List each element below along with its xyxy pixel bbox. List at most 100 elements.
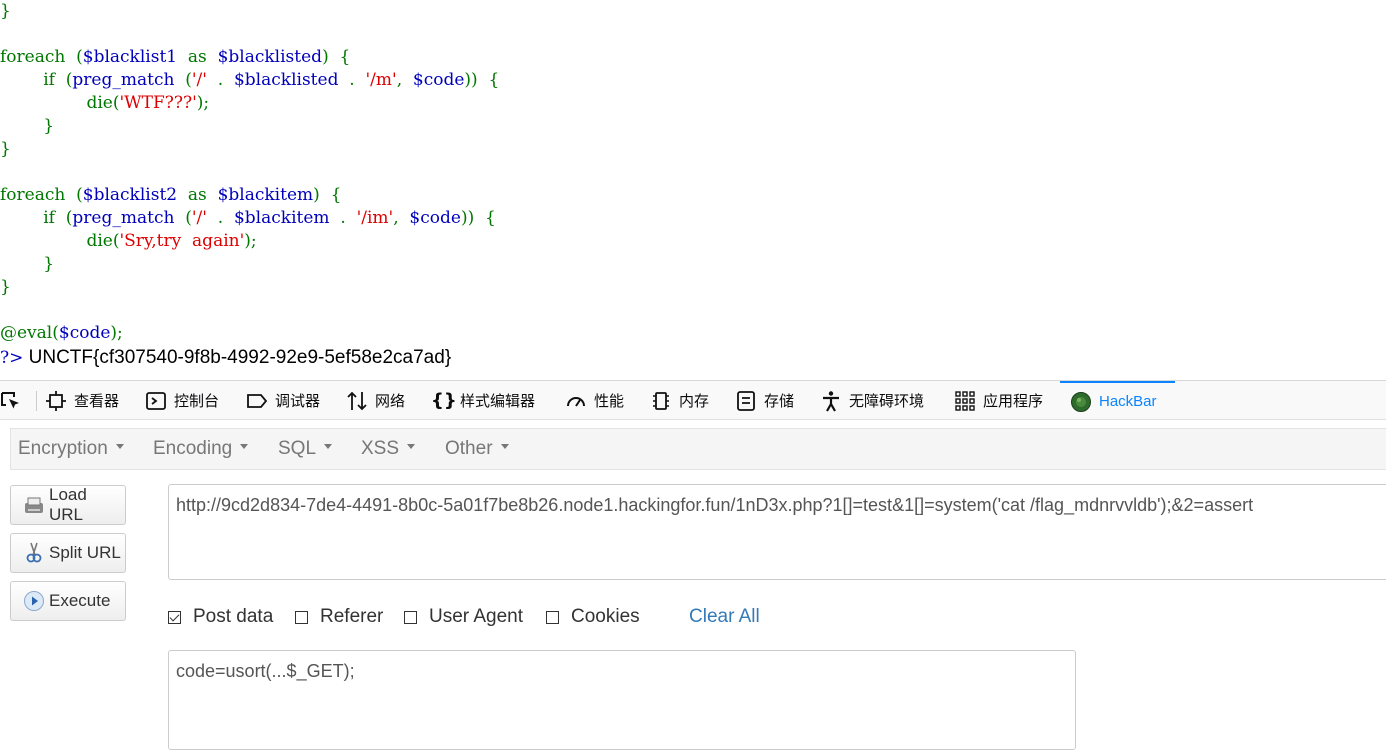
- devtools-toolbar: 查看器 控制台 调试器 网络 {} 样式编辑器 性能 内存 存储 无障碍环境 应…: [0, 380, 1386, 420]
- code-line: }: [0, 138, 11, 161]
- tab-label: 内存: [679, 393, 710, 410]
- code-token: );: [110, 323, 123, 343]
- code-token: }: [0, 1, 11, 21]
- menu-xss[interactable]: XSS: [361, 429, 416, 469]
- checkbox-unchecked[interactable]: [295, 610, 308, 624]
- code-token: if (: [0, 208, 73, 228]
- tab-label: 应用程序: [983, 393, 1044, 410]
- cookies-checkbox[interactable]: Cookies: [546, 605, 640, 629]
- code-token: die(: [0, 231, 120, 251]
- accessibility-icon: [820, 390, 842, 412]
- code-token: .: [206, 70, 234, 90]
- tab-hackbar[interactable]: HackBar: [1060, 381, 1175, 420]
- checkbox-label: User Agent: [429, 606, 523, 627]
- checkbox-unchecked[interactable]: [546, 610, 559, 624]
- button-label: Split URL: [49, 543, 121, 562]
- code-token: $code: [412, 70, 465, 90]
- code-token: '/m': [365, 70, 397, 90]
- code-token: preg_match: [72, 70, 175, 90]
- tab-label: 存储: [764, 393, 795, 410]
- tab-label: 控制台: [174, 393, 220, 410]
- tab-label: 无障碍环境: [849, 393, 925, 410]
- memory-icon: [650, 390, 672, 412]
- code-line: @eval($code);: [0, 322, 123, 345]
- tab-accessibility[interactable]: 无障碍环境: [820, 381, 924, 420]
- tab-storage[interactable]: 存储: [735, 381, 794, 420]
- code-token: .: [338, 70, 366, 90]
- code-token: (: [174, 70, 192, 90]
- code-token: '/': [191, 208, 207, 228]
- code-token: ,: [396, 70, 413, 90]
- code-token: $blacklisted: [217, 47, 323, 67]
- code-token: if (: [0, 70, 73, 90]
- menu-label: SQL: [278, 438, 317, 459]
- code-token: ) {: [322, 47, 351, 67]
- code-token: die(: [0, 93, 120, 113]
- checkbox-label: Post data: [193, 606, 274, 627]
- code-token: as: [177, 47, 218, 67]
- toolbar-separator: [36, 391, 37, 411]
- post-data-input[interactable]: code=usort(...$_GET);: [168, 650, 1076, 750]
- menu-encoding[interactable]: Encoding: [153, 429, 249, 469]
- tab-network[interactable]: 网络: [346, 381, 405, 420]
- code-token: 'WTF???': [119, 93, 197, 113]
- element-picker-icon: [0, 390, 22, 412]
- caret-down-icon: [240, 444, 249, 450]
- tab-label: HackBar: [1099, 393, 1157, 410]
- flag-text: UNCTF{cf307540-9f8b-4992-92e9-5ef58e2ca7…: [28, 347, 452, 368]
- network-icon: [346, 390, 368, 412]
- code-token: }: [0, 116, 55, 136]
- menu-other[interactable]: Other: [445, 429, 509, 469]
- checkbox-unchecked[interactable]: [404, 610, 417, 624]
- hackbar-icon: [1070, 391, 1092, 413]
- tab-inspector[interactable]: 查看器: [45, 381, 119, 420]
- url-input[interactable]: http://9cd2d834-7de4-4491-8b0c-5a01f7be8…: [168, 484, 1386, 580]
- tab-label: 网络: [375, 393, 406, 410]
- tab-performance[interactable]: 性能: [565, 381, 624, 420]
- code-token: $code: [58, 323, 111, 343]
- scissors-icon: [23, 542, 45, 564]
- code-token: '/im': [356, 208, 394, 228]
- load-url-icon: [23, 494, 45, 516]
- checkbox-label: Referer: [320, 606, 384, 627]
- code-token: ,: [393, 208, 410, 228]
- menu-sql[interactable]: SQL: [278, 429, 333, 469]
- tab-label: 性能: [594, 393, 625, 410]
- post-data-checkbox[interactable]: Post data: [168, 605, 273, 629]
- load-url-button[interactable]: Load URL: [10, 485, 126, 525]
- button-label: Execute: [49, 591, 111, 610]
- code-token: '/': [191, 70, 207, 90]
- clear-all-link[interactable]: Clear All: [689, 605, 760, 629]
- hackbar-menubar: Encryption Encoding SQL XSS Other: [10, 428, 1386, 470]
- tab-label: 样式编辑器: [460, 393, 536, 410]
- code-line: foreach ($blacklist1 as $blacklisted) {: [0, 46, 350, 69]
- execute-button[interactable]: Execute: [10, 581, 126, 621]
- code-token: 'Sry,try again': [119, 231, 245, 251]
- code-token: .: [329, 208, 357, 228]
- menu-encryption[interactable]: Encryption: [18, 429, 124, 469]
- checkbox-checked[interactable]: [168, 610, 181, 624]
- tab-label: 查看器: [74, 393, 120, 410]
- tab-debugger[interactable]: 调试器: [246, 381, 320, 420]
- referer-checkbox[interactable]: Referer: [295, 605, 383, 629]
- tab-memory[interactable]: 内存: [650, 381, 709, 420]
- console-icon: [145, 390, 167, 412]
- code-token: $blacklist2: [82, 185, 178, 205]
- code-token: $blackitem: [217, 185, 314, 205]
- tab-application[interactable]: 应用程序: [954, 381, 1043, 420]
- code-token: as: [177, 185, 218, 205]
- code-token: )) {: [464, 70, 500, 90]
- code-token: @eval(: [0, 323, 59, 343]
- menu-label: XSS: [361, 438, 400, 459]
- code-token: (: [174, 208, 192, 228]
- tab-console[interactable]: 控制台: [145, 381, 219, 420]
- element-picker-button[interactable]: [0, 381, 29, 420]
- user-agent-checkbox[interactable]: User Agent: [404, 605, 523, 629]
- tab-style-editor[interactable]: {} 样式编辑器: [431, 381, 535, 420]
- menu-label: Encryption: [18, 438, 108, 459]
- split-url-button[interactable]: Split URL: [10, 533, 126, 573]
- code-line: die('WTF???');: [0, 92, 209, 115]
- application-icon: [954, 390, 976, 412]
- code-token: )) {: [460, 208, 496, 228]
- caret-down-icon: [115, 444, 124, 450]
